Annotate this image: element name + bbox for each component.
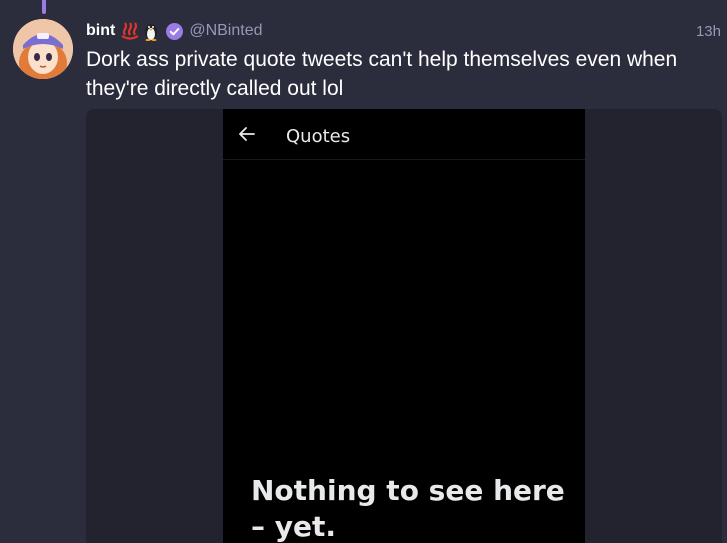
post-text: Dork ass private quote tweets can't help… xyxy=(86,48,678,100)
post-timestamp[interactable]: 13h xyxy=(696,23,721,40)
embedded-screenshot: Quotes Nothing to see here – yet. xyxy=(223,109,585,543)
screenshot-title: Quotes xyxy=(286,126,351,147)
empty-state-message: Nothing to see here – yet. xyxy=(251,474,565,543)
media-attachment[interactable]: Quotes Nothing to see here – yet. xyxy=(86,109,722,543)
penguin-emoji xyxy=(145,24,158,41)
hot-springs-emoji xyxy=(121,22,139,40)
post-header: bint @NBinted 13h xyxy=(86,20,721,42)
user-handle[interactable]: @NBinted xyxy=(189,22,262,40)
post: bint @NBinted 13h Dork ass private quote… xyxy=(0,0,727,543)
avatar-image xyxy=(13,19,73,79)
screenshot-topbar: Quotes xyxy=(223,109,585,160)
display-name[interactable]: bint xyxy=(86,22,115,40)
verified-check-icon xyxy=(166,22,184,40)
back-arrow-icon xyxy=(239,127,255,141)
avatar[interactable] xyxy=(13,19,73,79)
